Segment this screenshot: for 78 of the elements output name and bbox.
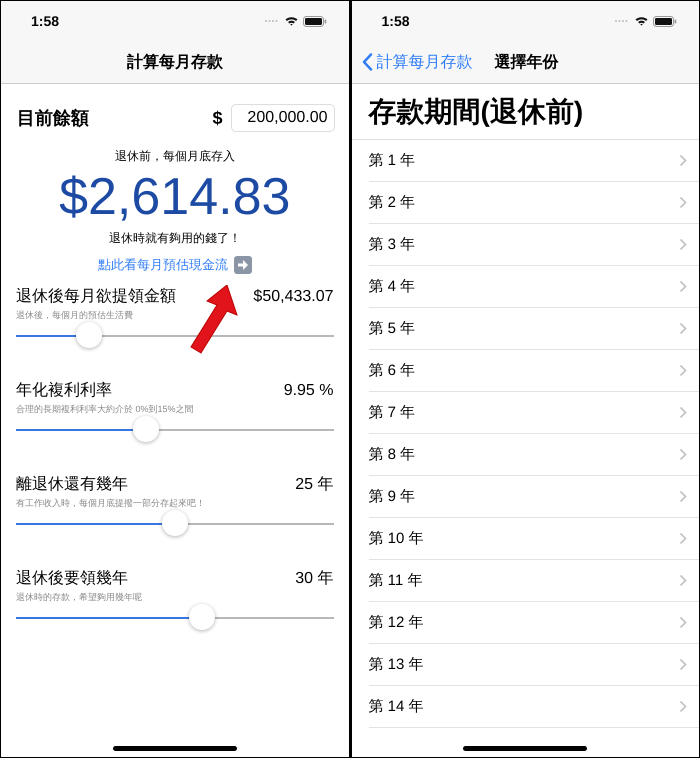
year-label: 第 9 年 (368, 487, 416, 506)
chevron-icon (679, 322, 687, 335)
chevron-icon (679, 490, 687, 503)
nav-title: 計算每月存款 (126, 52, 223, 72)
year-label: 第 2 年 (368, 193, 416, 212)
chevron-icon (679, 406, 687, 419)
chevron-icon (679, 448, 687, 461)
page-heading: 存款期間(退休前) (352, 84, 699, 140)
year-row[interactable]: 第 2 年 (368, 182, 699, 224)
chevron-icon (679, 280, 687, 293)
chevron-icon (679, 700, 687, 713)
slider-title: 年化複利利率 (16, 380, 112, 401)
slider-hint: 退休後，每個月的預估生活費 (16, 309, 134, 322)
wifi-icon (635, 16, 648, 26)
slider-value: 30 年 (295, 569, 334, 589)
slider-title: 離退休還有幾年 (16, 474, 128, 495)
year-label: 第 3 年 (368, 235, 416, 254)
slider-thumb[interactable] (76, 322, 102, 348)
year-row[interactable]: 第 9 年 (368, 476, 699, 518)
year-label: 第 7 年 (368, 403, 416, 422)
year-label: 第 5 年 (368, 319, 416, 338)
currency-label: $ (212, 108, 222, 128)
slider-value: 25 年 (295, 475, 334, 495)
year-row[interactable]: 第 8 年 (368, 434, 699, 476)
status-time: 1:58 (382, 13, 410, 29)
slider-value: $50,433.07 (253, 287, 334, 307)
slider-title: 退休後要領幾年 (16, 568, 128, 589)
year-row[interactable]: 第 14 年 (368, 686, 699, 728)
signal-icon (264, 19, 280, 23)
chevron-icon (679, 658, 687, 671)
slider-hint: 有工作收入時，每個月底提撥一部分存起來吧！ (16, 497, 206, 510)
year-label: 第 12 年 (368, 613, 424, 632)
battery-icon (302, 16, 326, 26)
slider-thumb[interactable] (188, 604, 215, 630)
year-label: 第 14 年 (368, 697, 424, 716)
year-row[interactable]: 第 7 年 (368, 392, 699, 434)
year-row[interactable]: 第 6 年 (368, 350, 699, 392)
year-row[interactable]: 第 4 年 (368, 266, 699, 308)
year-row[interactable]: 第 11 年 (368, 560, 699, 602)
balance-label: 目前餘額 (17, 107, 90, 130)
year-label: 第 10 年 (368, 529, 424, 548)
chevron-icon (679, 616, 687, 629)
year-row[interactable]: 第 10 年 (368, 518, 699, 560)
year-row[interactable]: 第 1 年 (368, 140, 699, 182)
year-label: 第 1 年 (368, 151, 416, 170)
monthly-amount: $2,614.83 (59, 167, 290, 228)
cash-flow-link[interactable]: 點此看每月預估現金流 (98, 256, 228, 274)
status-time: 1:58 (31, 13, 60, 29)
year-row[interactable]: 第 5 年 (368, 308, 699, 350)
wifi-icon (284, 16, 298, 26)
slider-value: 9.95 % (284, 381, 334, 401)
slider-thumb[interactable] (133, 416, 160, 442)
chevron-icon (679, 154, 687, 167)
arrow-icon (189, 285, 239, 355)
year-row[interactable]: 第 13 年 (368, 644, 699, 686)
back-chevron-icon (362, 53, 372, 71)
year-label: 第 11 年 (368, 571, 422, 590)
year-row[interactable]: 第 3 年 (368, 224, 699, 266)
balance-field[interactable]: 200,000.00 (230, 104, 334, 132)
nav-title: 選擇年份 (494, 52, 558, 72)
result-note: 退休時就有夠用的錢了！ (108, 230, 241, 247)
chevron-icon (679, 364, 687, 377)
year-label: 第 6 年 (368, 361, 416, 380)
slider-hint: 合理的長期複利利率大約介於 0%到15%之間 (16, 403, 195, 416)
slider-thumb[interactable] (162, 510, 188, 536)
year-row[interactable]: 第 12 年 (368, 602, 699, 644)
signal-icon (614, 19, 630, 23)
year-label: 第 8 年 (368, 445, 416, 464)
year-label: 第 13 年 (368, 655, 424, 674)
chevron-icon (679, 196, 687, 209)
chevron-icon (679, 238, 687, 251)
result-caption: 退休前，每個月底存入 (114, 148, 235, 165)
slider-hint: 退休時的存款，希望夠用幾年呢 (16, 591, 143, 604)
year-label: 第 4 年 (368, 277, 416, 296)
slider-title: 退休後每月欲提領金額 (16, 286, 176, 307)
chevron-icon (679, 532, 687, 545)
battery-icon (653, 16, 677, 26)
chevron-icon (679, 574, 687, 587)
